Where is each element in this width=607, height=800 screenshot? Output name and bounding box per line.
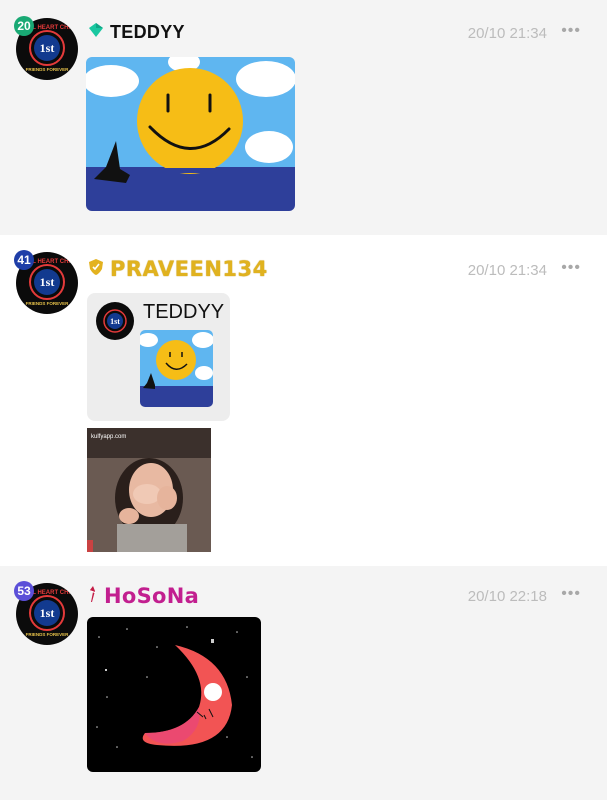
username[interactable]: HoSoNa bbox=[104, 584, 199, 608]
gif-image[interactable]: kulfyapp.com bbox=[87, 428, 211, 552]
gif-watermark: kulfyapp.com bbox=[91, 434, 126, 440]
timestamp: 20/10 21:34 bbox=[467, 25, 547, 42]
ribbon-icon bbox=[88, 585, 98, 608]
timestamp: 20/10 22:18 bbox=[467, 588, 547, 605]
level-badge: 41 bbox=[14, 250, 34, 270]
moon-sticker-image[interactable] bbox=[87, 617, 261, 772]
more-options-icon[interactable]: ••• bbox=[561, 585, 581, 603]
username[interactable]: PRAVEEN134 bbox=[110, 257, 268, 281]
chat-message: 1st TAMIL HEART CHAT FRIENDS FOREVER 41 … bbox=[0, 235, 607, 566]
chat-feed: 1st TAMIL HEART CHAT FRIENDS FOREVER 20 … bbox=[0, 0, 607, 800]
quoted-avatar: 1st bbox=[96, 302, 134, 340]
shield-icon bbox=[88, 258, 104, 281]
quoted-avatar-center-text: 1st bbox=[110, 317, 120, 326]
username-row[interactable]: PRAVEEN134 bbox=[88, 256, 268, 282]
more-options-icon[interactable]: ••• bbox=[561, 22, 581, 40]
avatar-bottom-text: FRIENDS FOREVER bbox=[26, 301, 70, 306]
more-options-icon[interactable]: ••• bbox=[561, 259, 581, 277]
level-badge: 53 bbox=[14, 581, 34, 601]
quoted-message[interactable]: 1st TEDDYY bbox=[87, 293, 230, 421]
username-row[interactable]: HoSoNa bbox=[88, 583, 199, 609]
level-badge: 20 bbox=[14, 16, 34, 36]
avatar-center-text: 1st bbox=[40, 41, 55, 55]
chat-message: 1st TAMIL HEART CHAT FRIENDS FOREVER 53 … bbox=[0, 566, 607, 800]
sticker-image[interactable] bbox=[86, 57, 295, 211]
timestamp: 20/10 21:34 bbox=[467, 262, 547, 279]
avatar-bottom-text: FRIENDS FOREVER bbox=[26, 67, 70, 72]
avatar-center-text: 1st bbox=[40, 275, 55, 289]
quoted-sticker bbox=[140, 330, 213, 407]
quoted-username: TEDDYY bbox=[143, 301, 225, 323]
username-row[interactable]: TEDDYY bbox=[88, 19, 185, 45]
avatar-center-text: 1st bbox=[40, 606, 55, 620]
username[interactable]: TEDDYY bbox=[110, 22, 185, 43]
chat-message: 1st TAMIL HEART CHAT FRIENDS FOREVER 20 … bbox=[0, 0, 607, 235]
avatar-bottom-text: FRIENDS FOREVER bbox=[26, 632, 70, 637]
diamond-icon bbox=[88, 22, 104, 43]
